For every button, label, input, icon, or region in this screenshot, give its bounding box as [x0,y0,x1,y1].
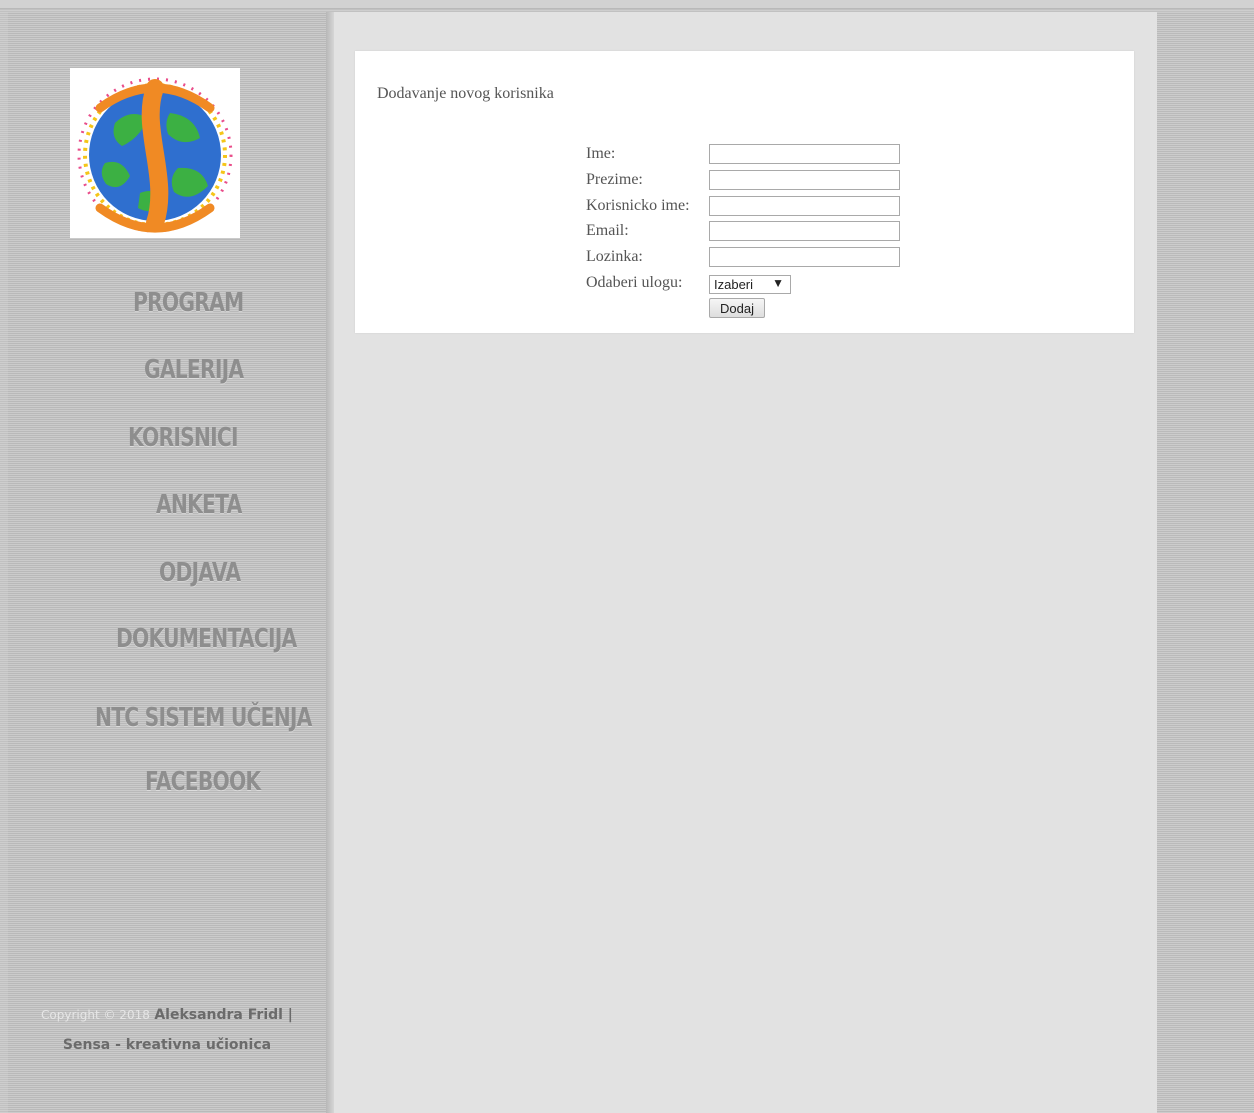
label-ime: Ime: [586,145,616,162]
ime-input[interactable] [709,144,900,164]
nav-ntc-sistem-ucenja[interactable]: NTC SISTEM UČENJA [95,703,312,733]
role-select-value: Izaberi [714,277,754,292]
nav-galerija[interactable]: GALERIJA [144,355,244,385]
label-lozinka: Lozinka: [586,248,643,265]
label-odaberi-ulogu: Odaberi ulogu: [586,274,683,291]
nav-program[interactable]: PROGRAM [133,288,244,318]
label-prezime: Prezime: [586,171,643,188]
footer-site-link[interactable]: Sensa - kreativna učionica [8,1030,326,1060]
nav-anketa[interactable]: ANKETA [156,490,242,520]
label-email: Email: [586,222,629,239]
email-input[interactable] [709,221,900,241]
dodaj-button[interactable]: Dodaj [709,298,765,318]
panel-title: Dodavanje novog korisnika [377,85,554,102]
nav-korisnici[interactable]: KORISNICI [128,423,239,453]
top-border [0,0,1254,9]
add-user-panel: Dodavanje novog korisnika Ime: Prezime: … [355,51,1134,333]
brain-globe-logo-icon [70,68,240,238]
dropdown-arrow-icon: ▼ [772,276,784,290]
korisnicko-ime-input[interactable] [709,196,900,216]
site-logo[interactable] [70,68,240,238]
right-margin [1157,12,1254,1113]
footer-line-1: Copyright © 2018 Aleksandra Fridl | [8,1000,326,1030]
label-korisnicko-ime: Korisnicko ime: [586,197,690,214]
lozinka-input[interactable] [709,247,900,267]
footer-copyright: Copyright © 2018 [41,1008,150,1022]
nav-dokumentacija[interactable]: DOKUMENTACIJA [116,624,297,654]
nav-odjava[interactable]: ODJAVA [159,558,241,588]
prezime-input[interactable] [709,170,900,190]
footer-author-link[interactable]: Aleksandra Fridl | [154,1007,293,1023]
nav-facebook[interactable]: FACEBOOK [145,767,261,797]
sidebar-footer: Copyright © 2018 Aleksandra Fridl | Sens… [8,1000,326,1060]
role-select[interactable]: Izaberi ▼ [709,275,791,294]
sidebar-edge [326,12,334,1113]
